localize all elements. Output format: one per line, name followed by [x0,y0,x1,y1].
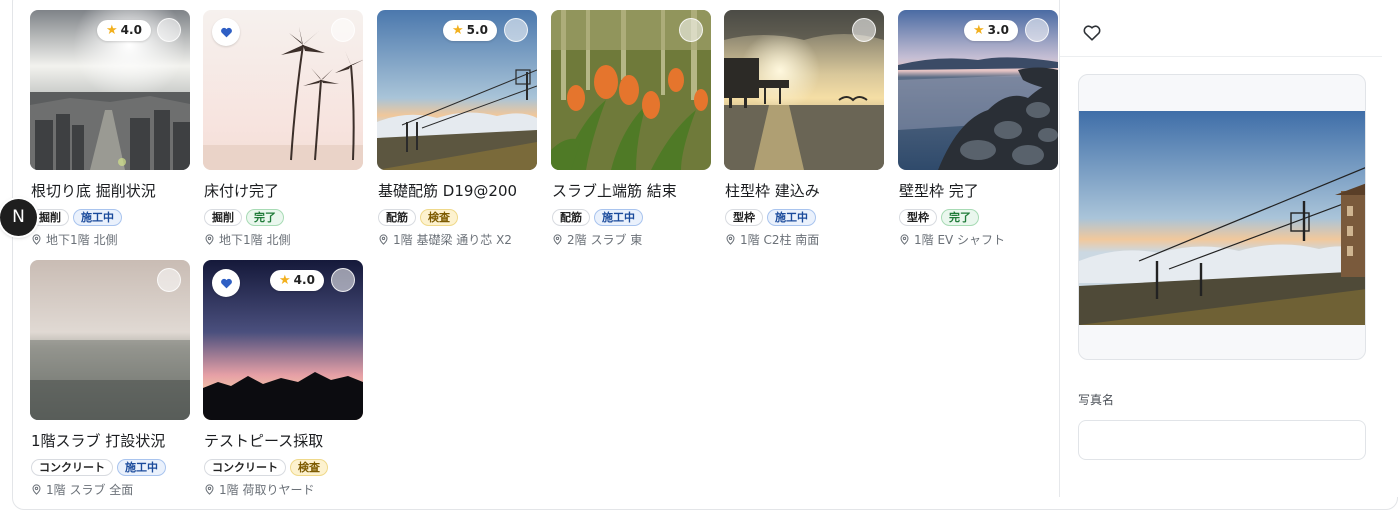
heart-filled-icon [220,27,232,37]
select-checkbox[interactable] [852,18,876,42]
select-checkbox[interactable] [157,18,181,42]
photo-title: 柱型枠 建込み [725,182,820,200]
location-pin-icon [205,484,214,495]
location-text: 1階 スラブ 全面 [46,483,134,497]
location-pin-icon [205,234,214,245]
category-tag: 型枠 [725,209,763,226]
category-tag: 配筋 [552,209,590,226]
category-tag: コンクリート [31,459,113,476]
status-badge: 完了 [246,209,284,226]
photo-preview [1078,74,1366,360]
location-pin-icon [379,234,388,245]
select-checkbox[interactable] [504,18,528,42]
status-badge: 検査 [290,459,328,476]
photo-title: 基礎配筋 D19@200 [378,182,518,200]
photo-title: 壁型枠 完了 [899,182,979,200]
rating-value: 4.0 [120,23,142,37]
category-tag: 配筋 [378,209,416,226]
detail-panel: 写真名 [1059,0,1399,497]
favorite-button[interactable] [212,269,240,297]
location: 1階 基礎梁 通り芯 X2 [378,231,512,248]
status-badge: 完了 [941,209,979,226]
status-badge: 検査 [420,209,458,226]
rating-value: 4.0 [293,273,315,287]
detail-panel-header [1060,0,1382,57]
status-badge: 施工中 [594,209,643,226]
location-pin-icon [900,234,909,245]
status-badge: 施工中 [117,459,166,476]
select-checkbox[interactable] [331,18,355,42]
star-icon: ★ [106,23,118,38]
location-pin-icon [726,234,735,245]
photo-title: 根切り底 掘削状況 [31,182,156,200]
location-text: 地下1階 北側 [46,233,118,247]
select-checkbox[interactable] [157,268,181,292]
heart-filled-icon [220,278,232,288]
category-tag: 掘削 [204,209,242,226]
heart-outline-icon[interactable] [1082,23,1102,43]
category-tag: 型枠 [899,209,937,226]
category-tag: コンクリート [204,459,286,476]
location-text: 1階 EV シャフト [914,233,1006,247]
location-pin-icon [553,234,562,245]
location: 2階 スラブ 東 [552,231,642,248]
location-text: 1階 荷取りヤード [219,483,315,497]
location-pin-icon [32,234,41,245]
select-checkbox[interactable] [679,18,703,42]
select-checkbox[interactable] [1025,18,1049,42]
rating-badge: ★ 4.0 [270,270,324,291]
photo-title: 1階スラブ 打設状況 [31,432,166,450]
location-text: 1階 基礎梁 通り芯 X2 [393,233,512,247]
location: 地下1階 北側 [204,231,290,248]
rating-value: 3.0 [987,23,1009,37]
location: 1階 スラブ 全面 [31,481,133,498]
location-pin-icon [32,484,41,495]
user-avatar[interactable]: N [0,199,37,236]
photo-title: スラブ上端筋 結束 [552,182,677,200]
rating-badge: ★ 5.0 [443,20,497,41]
photo-title: 床付け完了 [204,182,280,200]
status-badge: 施工中 [73,209,122,226]
status-badge: 施工中 [767,209,816,226]
photo-name-label: 写真名 [1078,393,1115,407]
location-text: 2階 スラブ 東 [567,233,643,247]
location-text: 1階 C2柱 南面 [740,233,820,247]
star-icon: ★ [279,273,291,288]
star-icon: ★ [452,23,464,38]
rating-value: 5.0 [466,23,488,37]
rating-badge: ★ 3.0 [964,20,1018,41]
star-icon: ★ [973,23,985,38]
select-checkbox[interactable] [331,268,355,292]
photo-name-input[interactable] [1078,420,1366,460]
rating-badge: ★ 4.0 [97,20,151,41]
preview-image [1079,111,1365,325]
location: 1階 荷取りヤード [204,481,314,498]
location: 1階 C2柱 南面 [725,231,819,248]
photo-title: テストピース採取 [204,432,324,450]
favorite-button[interactable] [212,18,240,46]
location-text: 地下1階 北側 [219,233,291,247]
location: 地下1階 北側 [31,231,117,248]
location: 1階 EV シャフト [899,231,1005,248]
